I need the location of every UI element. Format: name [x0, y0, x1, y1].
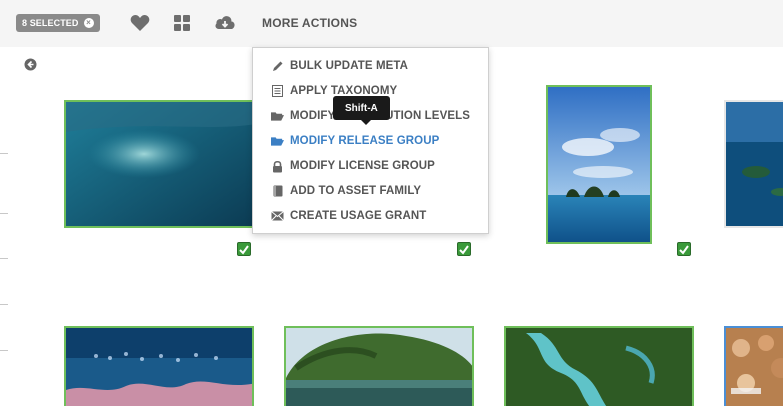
asset-thumbnail-reef-aerial[interactable]: [64, 100, 254, 228]
keyboard-shortcut-tooltip: Shift-A: [333, 96, 390, 125]
menu-item-label: ADD TO ASSET FAMILY: [290, 185, 422, 197]
toolbar: 8 SELECTED × MORE ACTIONS: [0, 0, 783, 47]
folder-open-icon: [271, 135, 284, 148]
divider: [0, 304, 8, 305]
menu-item-create-usage-grant[interactable]: CREATE USAGE GRANT: [271, 208, 426, 224]
divider: [0, 258, 8, 259]
selected-count-badge[interactable]: 8 SELECTED ×: [16, 14, 100, 32]
cloud-download-icon[interactable]: [214, 12, 236, 34]
divider: [0, 213, 8, 214]
folder-open-icon: [271, 110, 284, 123]
tooltip-text: Shift-A: [345, 102, 378, 114]
book-icon: [271, 185, 284, 198]
selected-checkbox[interactable]: [457, 242, 471, 256]
divider: [0, 153, 8, 154]
envelope-icon: [271, 210, 284, 223]
menu-item-label: CREATE USAGE GRANT: [290, 210, 427, 222]
menu-item-add-to-asset-family[interactable]: ADD TO ASSET FAMILY: [271, 183, 421, 199]
pencil-icon: [271, 60, 284, 73]
selected-checkbox[interactable]: [237, 242, 251, 256]
divider: [0, 350, 8, 351]
menu-item-label: MODIFY LICENSE GROUP: [290, 160, 435, 172]
more-actions-menu: BULK UPDATE META APPLY TAXONOMY MODIFY D…: [252, 47, 489, 234]
asset-thumbnail-coral-closeup[interactable]: [724, 326, 783, 406]
grid-icon[interactable]: [171, 12, 193, 34]
asset-thumbnail-lagoon-aerial[interactable]: [504, 326, 694, 406]
list-icon: [271, 85, 284, 98]
selected-count-label: 8 SELECTED: [22, 18, 79, 28]
asset-thumbnail-jungle-split[interactable]: [284, 326, 474, 406]
lock-icon: [271, 160, 284, 173]
clear-selection-icon[interactable]: ×: [83, 18, 94, 28]
menu-item-modify-license-group[interactable]: MODIFY LICENSE GROUP: [271, 158, 435, 174]
menu-item-bulk-update-meta[interactable]: BULK UPDATE META: [271, 58, 408, 74]
asset-thumbnail-islands-aerial[interactable]: [724, 100, 783, 228]
menu-item-label: BULK UPDATE META: [290, 60, 409, 72]
menu-item-modify-release-group[interactable]: MODIFY RELEASE GROUP: [271, 133, 439, 149]
more-actions-button[interactable]: MORE ACTIONS: [262, 16, 357, 30]
menu-item-label: MODIFY RELEASE GROUP: [290, 135, 440, 147]
asset-thumbnail-rock-islands[interactable]: [546, 85, 652, 244]
selected-checkbox[interactable]: [677, 242, 691, 256]
heart-icon[interactable]: [129, 12, 151, 34]
back-arrow-icon[interactable]: [24, 58, 37, 71]
asset-thumbnail-coral-fish[interactable]: [64, 326, 254, 406]
